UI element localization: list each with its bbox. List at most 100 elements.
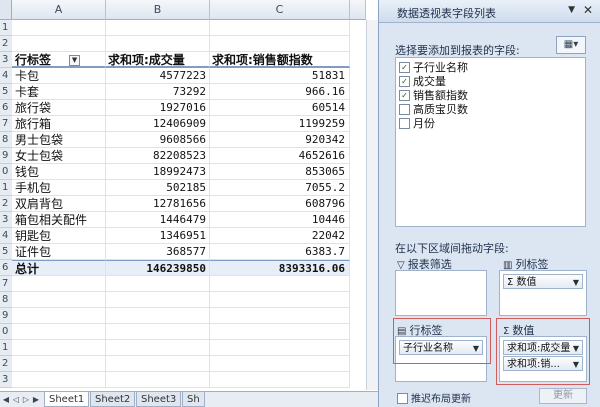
total-label-cell[interactable]: 总计 [12,260,106,276]
column-labels-zone[interactable]: Σ 数值 ▼ [499,270,587,316]
pane-menu-dropdown-icon[interactable]: ▼ [568,5,575,15]
empty-cell[interactable] [210,308,350,324]
select-all-corner[interactable] [0,0,12,20]
row-number[interactable]: 6 [0,260,12,276]
row-number[interactable]: 9 [0,148,12,164]
empty-cell[interactable] [12,292,106,308]
volume-cell[interactable]: 12781656 [106,196,210,212]
row-number[interactable]: 1 [0,20,12,36]
field-checkbox[interactable]: ✓ [399,89,410,101]
field-checkbox[interactable] [399,103,410,115]
volume-cell[interactable]: 12406909 [106,116,210,132]
empty-cell[interactable] [106,372,210,388]
spreadsheet-grid[interactable]: A B C 12345678901234567890123 行标签 ▼ 求和项:成… [0,0,378,407]
row-label-cell[interactable]: 女士包袋 [12,148,106,164]
total-volume-cell[interactable]: 146239850 [106,260,210,276]
row-label-cell[interactable]: 钥匙包 [12,228,106,244]
row-label-cell[interactable]: 男士包袋 [12,132,106,148]
field-item[interactable]: ✓ 成交量 [399,75,446,89]
last-sheet-icon[interactable]: ▶ [32,394,40,405]
sum-volume-header[interactable]: 求和项:成交量 [106,52,210,68]
empty-cell[interactable] [12,308,106,324]
column-field-values-pill[interactable]: Σ 数值 ▼ [503,274,583,289]
volume-cell[interactable]: 1446479 [106,212,210,228]
volume-cell[interactable]: 73292 [106,84,210,100]
empty-cell[interactable] [106,324,210,340]
row-number[interactable]: 3 [0,52,12,68]
empty-cell[interactable] [210,276,350,292]
empty-cell[interactable] [12,36,106,52]
row-number[interactable]: 1 [0,180,12,196]
empty-cell[interactable] [12,356,106,372]
empty-cell[interactable] [106,340,210,356]
empty-cell[interactable] [210,372,350,388]
empty-cell[interactable] [210,340,350,356]
chevron-down-icon[interactable]: ▼ [573,275,579,288]
row-number[interactable]: 1 [0,340,12,356]
empty-cell[interactable] [12,340,106,356]
sheet-tab-1[interactable]: Sheet1 [44,392,90,407]
empty-cell[interactable] [106,276,210,292]
index-cell[interactable]: 608796 [210,196,350,212]
column-header-d[interactable] [350,0,366,20]
index-cell[interactable]: 51831 [210,68,350,84]
sheet-tab-2[interactable]: Sheet2 [90,392,136,407]
row-number[interactable]: 0 [0,324,12,340]
empty-cell[interactable] [210,292,350,308]
empty-cell[interactable] [210,20,350,36]
empty-cell[interactable] [106,36,210,52]
row-number[interactable]: 6 [0,100,12,116]
sum-index-header[interactable]: 求和项:销售额指数 [210,52,350,68]
field-item[interactable]: ✓ 子行业名称 [399,61,468,75]
index-cell[interactable]: 966.16 [210,84,350,100]
row-number[interactable]: 4 [0,228,12,244]
empty-cell[interactable] [12,276,106,292]
empty-cell[interactable] [210,356,350,372]
index-cell[interactable]: 920342 [210,132,350,148]
row-label-cell[interactable]: 旅行箱 [12,116,106,132]
row-label-cell[interactable]: 旅行袋 [12,100,106,116]
empty-cell[interactable] [12,372,106,388]
row-number[interactable]: 4 [0,68,12,84]
field-checkbox[interactable]: ✓ [399,61,410,73]
row-number[interactable]: 2 [0,36,12,52]
field-checkbox[interactable]: ✓ [399,75,410,87]
vertical-scrollbar[interactable] [366,20,378,390]
row-label-cell[interactable]: 证件包 [12,244,106,260]
field-item[interactable]: ✓ 销售额指数 [399,89,468,103]
row-label-cell[interactable]: 双肩背包 [12,196,106,212]
volume-cell[interactable]: 1346951 [106,228,210,244]
field-checkbox[interactable] [399,117,410,129]
index-cell[interactable]: 22042 [210,228,350,244]
row-number[interactable]: 8 [0,132,12,148]
row-number[interactable]: 9 [0,308,12,324]
empty-cell[interactable] [210,36,350,52]
row-labels-header[interactable]: 行标签 ▼ [12,52,106,68]
empty-cell[interactable] [106,292,210,308]
volume-cell[interactable]: 9608566 [106,132,210,148]
sheet-tab-3[interactable]: Sheet3 [136,392,182,407]
row-label-cell[interactable]: 卡套 [12,84,106,100]
index-cell[interactable]: 10446 [210,212,350,228]
empty-cell[interactable] [106,308,210,324]
prev-sheet-icon[interactable]: ◁ [12,394,20,405]
volume-cell[interactable]: 4577223 [106,68,210,84]
row-label-cell[interactable]: 手机包 [12,180,106,196]
field-item[interactable]: 月份 [399,117,435,131]
empty-cell[interactable] [12,324,106,340]
row-number[interactable]: 7 [0,116,12,132]
volume-cell[interactable]: 368577 [106,244,210,260]
row-number[interactable]: 2 [0,356,12,372]
index-cell[interactable]: 60514 [210,100,350,116]
empty-cell[interactable] [12,20,106,36]
volume-cell[interactable]: 502185 [106,180,210,196]
row-label-cell[interactable]: 卡包 [12,68,106,84]
report-filter-zone[interactable] [395,270,487,316]
field-item[interactable]: 高质宝贝数 [399,103,468,117]
layout-options-button[interactable]: ▦▾ [556,36,586,54]
row-number[interactable]: 3 [0,372,12,388]
index-cell[interactable]: 6383.7 [210,244,350,260]
column-header-a[interactable]: A [12,0,106,20]
row-number[interactable]: 8 [0,292,12,308]
defer-checkbox[interactable] [397,392,408,404]
